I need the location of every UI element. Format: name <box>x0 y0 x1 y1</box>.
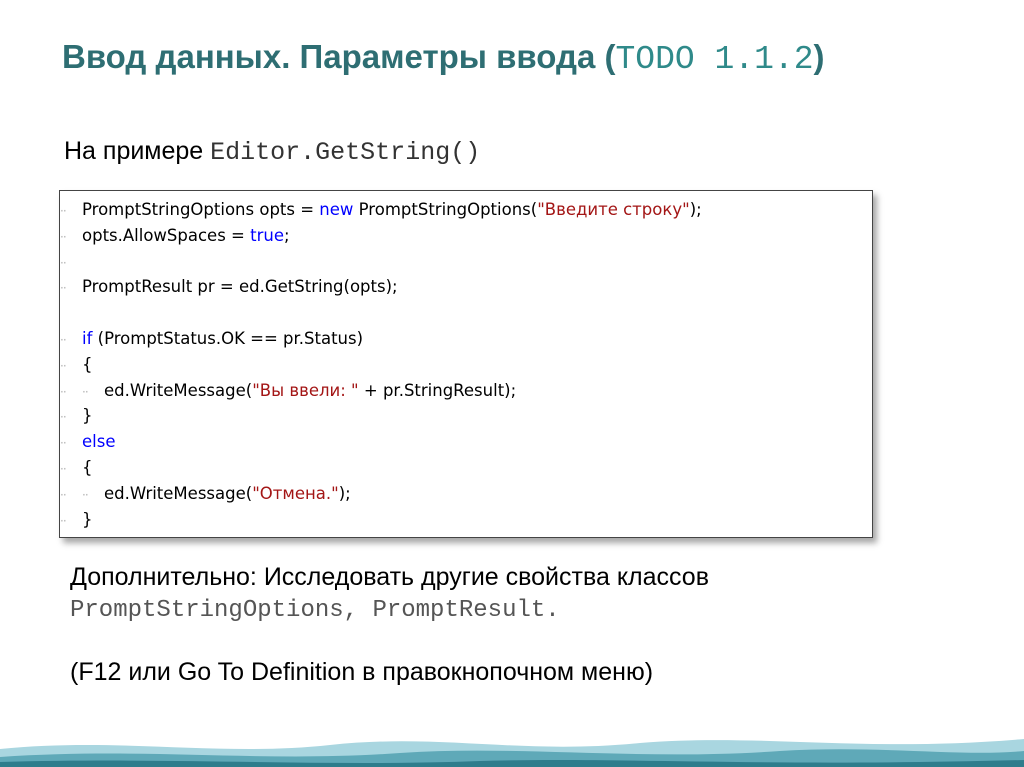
code-token-str: "Вы ввели: " <box>252 380 359 400</box>
code-line: ·· { <box>60 352 872 378</box>
code-line: ·· { <box>60 455 872 481</box>
code-token-plain: PromptStringOptions opts = <box>82 200 320 219</box>
additional-task-classes: PromptStringOptions, PromptResult. <box>70 597 560 624</box>
title-close: ) <box>813 38 825 75</box>
indent-guide: ·· <box>82 487 89 502</box>
decorative-waves <box>0 739 1024 767</box>
indent-guide: ·· <box>60 461 67 476</box>
code-line: ·· if (PromptStatus.OK == pr.Status) <box>60 326 872 352</box>
code-line: ·· PromptResult pr = ed.GetString(opts); <box>60 274 872 300</box>
code-token-plain: ); <box>689 200 702 219</box>
code-token-plain: ed.WriteMessage( <box>104 380 253 400</box>
code-token-kw: true <box>250 225 284 245</box>
title-code: TODO 1.1.2 <box>615 41 814 78</box>
code-token-kw: else <box>82 432 116 452</box>
code-token-plain: opts.AllowSpaces = <box>82 225 251 245</box>
code-token-plain: ed.WriteMessage( <box>104 483 253 503</box>
code-line: ·· <box>60 249 872 275</box>
code-token-plain: (PromptStatus.OK == pr.Status) <box>92 328 364 348</box>
title-text: Ввод данных. Параметры ввода ( <box>62 38 616 75</box>
code-line: ·· PromptStringOptions opts = new PromptS… <box>60 197 872 223</box>
code-line: ·· opts.AllowSpaces = true; <box>60 223 872 249</box>
code-token-str: "Введите строку" <box>537 200 690 219</box>
indent-guide: ·· <box>60 384 67 399</box>
code-token-str: "Отмена." <box>252 483 339 503</box>
subtitle-code: Editor.GetString() <box>210 138 481 167</box>
code-token-plain: { <box>82 457 93 477</box>
additional-task: Дополнительно: Исследовать другие свойст… <box>70 560 709 628</box>
code-line: ·· ·· ed.WriteMessage("Отмена."); <box>60 481 872 507</box>
code-line: ··} <box>60 403 872 429</box>
code-token-plain: { <box>82 354 93 374</box>
code-line: ·· else <box>60 429 872 455</box>
code-line: ··} <box>60 507 872 533</box>
indent-guide: ·· <box>60 513 67 528</box>
indent-guide: ·· <box>60 281 67 296</box>
indent-guide: ·· <box>60 255 67 270</box>
indent-guide: ·· <box>60 487 67 502</box>
indent-guide: ·· <box>82 384 89 399</box>
code-snippet-box: ·· PromptStringOptions opts = new PromptS… <box>59 190 873 538</box>
code-token-plain: + pr.StringResult); <box>358 380 517 400</box>
code-token-plain: } <box>82 406 93 426</box>
slide-title: Ввод данных. Параметры ввода (TODO 1.1.2… <box>62 38 825 78</box>
code-token-plain: PromptResult pr = ed.GetString(opts); <box>82 277 398 297</box>
hint-note: (F12 или Go To Definition в правокнопочн… <box>70 658 654 686</box>
code-token-plain: ); <box>338 483 351 503</box>
code-token-kw: if <box>82 328 93 348</box>
code-token-plain: } <box>82 509 93 529</box>
indent-guide: ·· <box>60 229 67 244</box>
indent-guide: ·· <box>60 332 67 347</box>
code-token-plain: ; <box>284 225 290 245</box>
code-token-plain: PromptStringOptions( <box>353 200 538 219</box>
subtitle-text: На примере <box>64 137 211 165</box>
additional-task-text: Дополнительно: Исследовать другие свойст… <box>70 563 709 591</box>
code-line: ·· ·· ed.WriteMessage("Вы ввели: " + pr.St… <box>60 378 872 404</box>
code-token-kw: new <box>319 200 354 219</box>
indent-guide: ·· <box>60 204 67 218</box>
indent-guide: ·· <box>60 358 67 373</box>
subtitle: На примере Editor.GetString() <box>64 137 480 167</box>
indent-guide: ·· <box>60 436 67 451</box>
indent-guide: ·· <box>60 410 67 425</box>
